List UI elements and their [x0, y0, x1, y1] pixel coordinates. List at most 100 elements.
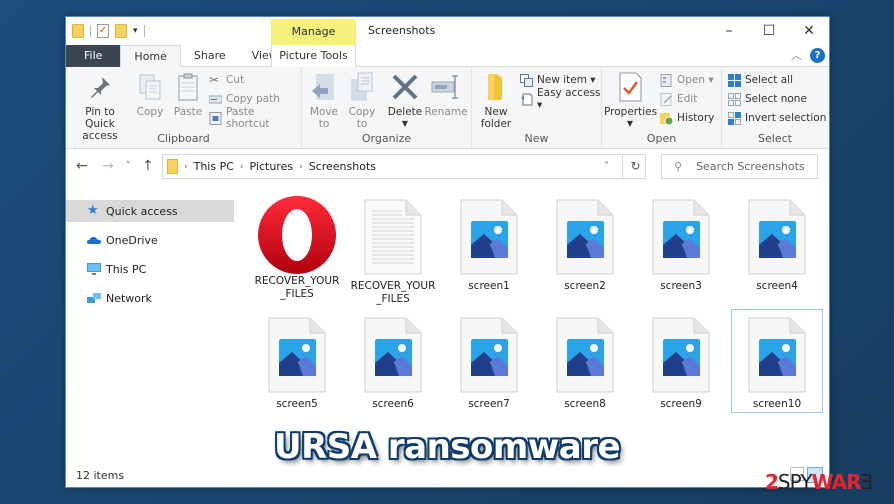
scissors-icon: ✂ — [209, 72, 220, 87]
address-history-chevron-icon[interactable]: ˅ — [604, 161, 609, 172]
search-input[interactable]: Search Screenshots — [696, 160, 805, 173]
text-document-icon — [364, 199, 422, 275]
back-arrow-icon[interactable]: ← — [76, 158, 88, 174]
select-none-button[interactable]: Select none — [728, 91, 807, 107]
customize-dropdown-icon[interactable]: ▾ — [133, 26, 138, 36]
file-item[interactable]: screen6 — [347, 313, 439, 411]
pin-icon — [84, 71, 116, 103]
new-group-label: New — [524, 132, 549, 145]
file-item[interactable]: screen9 — [635, 313, 727, 411]
delete-button[interactable]: Delete ▼ — [386, 71, 424, 130]
open-group-label: Open — [646, 132, 677, 145]
search-box[interactable]: ⚲ Search Screenshots — [661, 154, 818, 179]
organize-group-label: Organize — [361, 132, 412, 145]
address-bar[interactable]: › This PC › Pictures › Screenshots ˅ — [162, 154, 646, 179]
invert-selection-button[interactable]: Invert selection — [728, 110, 826, 126]
navigation-bar: ← → ˅ ↑ › This PC › Pictures › Screensho… — [66, 149, 829, 185]
history-button[interactable]: History — [660, 110, 714, 126]
ribbon: Pin to Quick access Copy Paste ✂ Cut Cop… — [66, 67, 829, 149]
file-item[interactable]: screen2 — [539, 195, 631, 293]
file-item[interactable]: screen3 — [635, 195, 727, 293]
image-file-icon — [748, 199, 806, 275]
file-item[interactable]: screen4 — [731, 195, 823, 293]
tab-home[interactable]: Home — [120, 45, 181, 67]
tab-picture-tools[interactable]: Picture Tools — [271, 45, 356, 67]
paste-button[interactable]: Paste — [170, 71, 206, 118]
file-item[interactable]: screen1 — [443, 195, 535, 293]
new-folder-icon[interactable] — [115, 24, 127, 38]
search-icon: ⚲ — [674, 160, 683, 173]
minimize-button[interactable]: – — [709, 17, 749, 45]
new-group: New folder New item ▾ Easy access ▾ New — [472, 67, 602, 148]
breadcrumb-this-pc[interactable]: This PC — [194, 160, 234, 173]
delete-dropdown-icon[interactable]: ▼ — [386, 118, 424, 130]
easy-access-button[interactable]: Easy access ▾ — [520, 87, 601, 111]
new-item-button[interactable]: New item ▾ — [520, 72, 596, 88]
navigation-pane: ★ Quick access OneDrive This PC Network — [66, 185, 236, 465]
manage-contextual-header: Manage — [271, 19, 356, 45]
network-icon — [87, 292, 101, 304]
file-item[interactable]: RECOVER_YOUR_FILES — [251, 195, 343, 301]
move-to-icon — [308, 71, 340, 103]
close-button[interactable]: ✕ — [789, 17, 829, 45]
item-count: 12 items — [76, 469, 125, 482]
help-icon[interactable]: ? — [810, 47, 825, 63]
file-item[interactable]: screen8 — [539, 313, 631, 411]
new-folder-icon — [480, 71, 512, 103]
select-group: Select all Select none Invert selection … — [722, 67, 828, 148]
refresh-button[interactable]: ↻ — [622, 154, 648, 179]
select-all-button[interactable]: Select all — [728, 72, 793, 88]
properties-button[interactable]: Properties ▼ — [604, 71, 657, 130]
nav-item-network[interactable]: Network — [66, 287, 234, 309]
cut-button[interactable]: ✂ Cut — [209, 72, 244, 88]
edit-button[interactable]: Edit — [660, 91, 697, 107]
properties-icon[interactable]: ✓ — [97, 24, 109, 38]
ribbon-tabs: File Home Share View Picture Tools — [66, 45, 829, 67]
tab-file[interactable]: File — [66, 45, 121, 67]
forward-arrow-icon[interactable]: → — [102, 158, 114, 174]
nav-item-this-pc[interactable]: This PC — [66, 258, 234, 280]
recent-locations-chevron-icon[interactable]: ˅ — [126, 161, 131, 171]
status-bar: 12 items — [66, 465, 829, 487]
file-item[interactable]: RECOVER_YOUR_FILES — [347, 195, 439, 306]
window-title: Screenshots — [368, 24, 436, 37]
collapse-ribbon-icon[interactable]: ︿ — [791, 47, 802, 63]
cloud-icon — [87, 234, 101, 246]
properties-dropdown-icon[interactable]: ▼ — [604, 118, 656, 130]
maximize-button[interactable]: ☐ — [749, 17, 789, 45]
ribbon-right-controls: ︿ ? — [791, 47, 825, 63]
select-none-icon — [728, 92, 741, 106]
breadcrumb-separator: › — [184, 161, 188, 172]
file-item-focused[interactable]: screen10 — [731, 309, 823, 413]
tab-share[interactable]: Share — [181, 45, 239, 67]
image-file-icon — [652, 317, 710, 393]
open-button[interactable]: Open ▾ — [660, 72, 714, 88]
overlay-caption: URSA ransomware — [273, 427, 621, 467]
open-icon — [660, 73, 673, 87]
move-to-button[interactable]: Move to — [305, 71, 343, 130]
file-list: RECOVER_YOUR_FILES RECOVER_YOUR_FILES sc… — [246, 185, 831, 467]
copy-to-button[interactable]: Copy to — [344, 71, 380, 130]
folder-icon[interactable] — [72, 24, 84, 38]
breadcrumb-pictures[interactable]: Pictures — [250, 160, 294, 173]
paste-shortcut-button[interactable]: Paste shortcut — [209, 106, 301, 130]
image-file-icon — [556, 317, 614, 393]
image-file-icon — [364, 317, 422, 393]
rename-icon — [430, 71, 462, 103]
file-item[interactable]: screen5 — [251, 313, 343, 411]
file-item[interactable]: screen7 — [443, 313, 535, 411]
rename-button[interactable]: Rename — [424, 71, 468, 118]
nav-item-quick-access[interactable]: ★ Quick access — [66, 200, 234, 222]
copy-path-button[interactable]: Copy path — [208, 91, 280, 107]
breadcrumb-separator: › — [299, 161, 303, 172]
copy-button[interactable]: Copy — [134, 71, 166, 118]
toolbar-divider — [143, 25, 145, 37]
history-icon — [660, 112, 674, 125]
new-folder-button[interactable]: New folder — [476, 71, 516, 130]
nav-item-onedrive[interactable]: OneDrive — [66, 229, 234, 251]
breadcrumb-screenshots[interactable]: Screenshots — [309, 160, 376, 173]
up-arrow-icon[interactable]: ↑ — [142, 158, 154, 174]
image-file-icon — [748, 317, 806, 393]
watermark-logo: 2SPYWARƎ — [765, 470, 873, 494]
image-file-icon — [556, 199, 614, 275]
